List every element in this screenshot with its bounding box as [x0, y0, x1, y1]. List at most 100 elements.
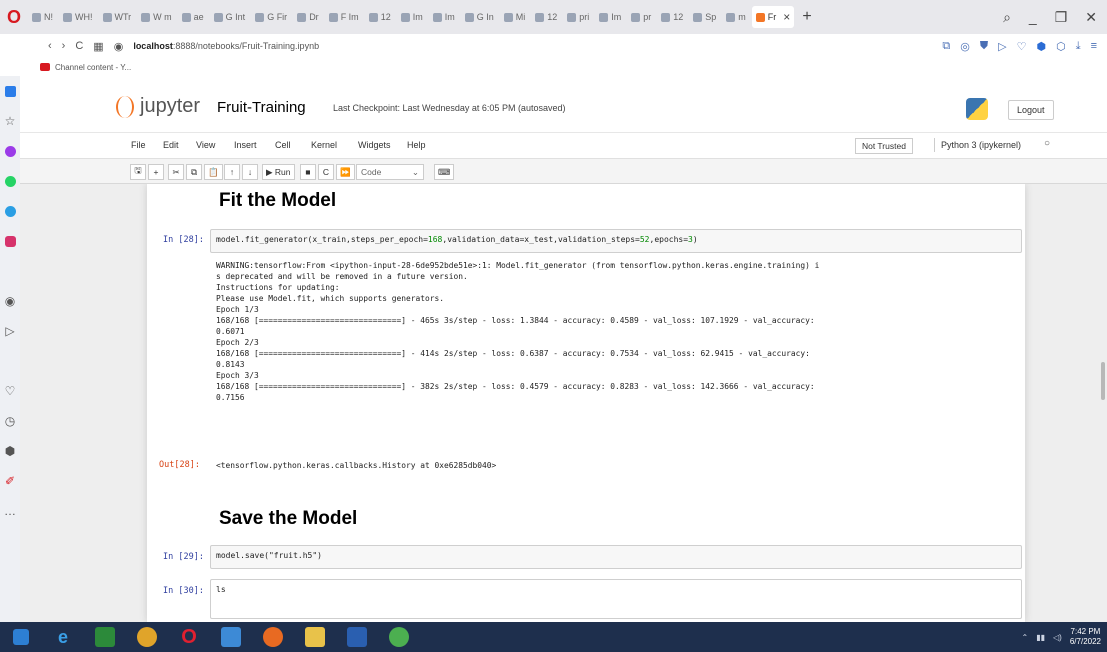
new-tab-button[interactable]: +: [802, 8, 811, 26]
browser-tab[interactable]: pri: [563, 6, 593, 28]
url-field[interactable]: localhost:8888/notebooks/Fruit-Training.…: [133, 41, 319, 51]
restore-icon[interactable]: ❐: [1055, 9, 1068, 26]
menu-file[interactable]: File: [131, 140, 146, 150]
extensions-sidebar-icon[interactable]: ⬢: [0, 436, 20, 466]
tab-active[interactable]: Fr ×: [751, 6, 795, 28]
shield-icon[interactable]: ⛊: [980, 40, 988, 53]
bookmark-item[interactable]: Channel content - Y...: [40, 58, 131, 76]
save-icon[interactable]: 🖫: [130, 164, 146, 180]
jupyter-logo[interactable]: jupyter: [116, 95, 200, 118]
menu-kernel[interactable]: Kernel: [311, 140, 337, 150]
vpn-icon[interactable]: ⬢: [1036, 40, 1046, 53]
browser-tab[interactable]: W m: [137, 6, 176, 28]
menu-cell[interactable]: Cell: [275, 140, 291, 150]
menu-view[interactable]: View: [196, 140, 215, 150]
download-icon[interactable]: ⤓: [1076, 40, 1081, 53]
heart-icon[interactable]: ♡: [1017, 40, 1027, 53]
cell28-code-input[interactable]: model.fit_generator(x_train,steps_per_ep…: [210, 229, 1022, 253]
reload-icon[interactable]: C: [75, 40, 83, 52]
menu-icon[interactable]: ≡: [1091, 40, 1097, 53]
telegram-icon[interactable]: [0, 196, 20, 226]
page-scrollbar[interactable]: [1101, 362, 1105, 400]
browser-tab[interactable]: Sp: [689, 6, 720, 28]
clock[interactable]: 7:42 PM 6/7/2022: [1070, 627, 1101, 647]
trust-status-button[interactable]: Not Trusted: [855, 138, 913, 154]
site-info-icon[interactable]: ◉: [114, 40, 124, 53]
browser-tab[interactable]: G Int: [210, 6, 250, 28]
pin-icon[interactable]: ✐: [0, 466, 20, 496]
browser-tab[interactable]: 12: [365, 6, 395, 28]
browser-tab[interactable]: WTr: [99, 6, 136, 28]
snapshot-icon[interactable]: ⧉: [942, 40, 950, 53]
browser-tab[interactable]: ae: [178, 6, 208, 28]
browser-tab[interactable]: WH!: [59, 6, 97, 28]
paste-icon[interactable]: 📋: [204, 164, 223, 180]
browser-tab[interactable]: Im: [429, 6, 459, 28]
forward-icon[interactable]: ›: [62, 40, 66, 52]
close-window-icon[interactable]: ✕: [1085, 9, 1097, 26]
play-icon[interactable]: ▷: [998, 40, 1006, 53]
whatsapp-icon[interactable]: [0, 166, 20, 196]
run-button[interactable]: ▶ Run: [262, 164, 295, 180]
extensions-icon[interactable]: ⬡: [1056, 40, 1066, 53]
photos-icon[interactable]: [210, 622, 252, 652]
menu-insert[interactable]: Insert: [234, 140, 257, 150]
browser-tab[interactable]: G Fir: [251, 6, 291, 28]
minimize-icon[interactable]: _: [1029, 9, 1037, 26]
network-icon[interactable]: ▮▮: [1036, 633, 1045, 642]
favorites-icon[interactable]: ♡: [0, 376, 20, 406]
tray-chevron-icon[interactable]: ⌃: [1022, 633, 1029, 642]
browser-tab[interactable]: Dr: [293, 6, 323, 28]
bookmarks-icon[interactable]: ☆: [0, 106, 20, 136]
browser-tab[interactable]: 12: [531, 6, 561, 28]
history-icon[interactable]: ◷: [0, 406, 20, 436]
logout-button[interactable]: Logout: [1008, 100, 1054, 120]
flow-icon[interactable]: ▷: [0, 316, 20, 346]
start-button-icon[interactable]: [0, 622, 42, 652]
cell-type-select[interactable]: Code ⌄: [356, 164, 424, 180]
browser-tab[interactable]: Im: [595, 6, 625, 28]
interrupt-icon[interactable]: ■: [300, 164, 316, 180]
search-icon[interactable]: ⌕: [1003, 9, 1011, 26]
camera-icon[interactable]: ◎: [960, 40, 970, 53]
browser-tab[interactable]: pr: [627, 6, 655, 28]
home-icon[interactable]: [0, 76, 20, 106]
player-icon[interactable]: ◉: [0, 286, 20, 316]
copy-icon[interactable]: ⧉: [186, 164, 202, 180]
browser-tab[interactable]: F Im: [325, 6, 363, 28]
edge-icon[interactable]: e: [42, 622, 84, 652]
chrome-icon[interactable]: [126, 622, 168, 652]
menu-edit[interactable]: Edit: [163, 140, 179, 150]
browser-tab[interactable]: 12: [657, 6, 687, 28]
close-tab-icon[interactable]: ×: [783, 10, 790, 24]
cut-icon[interactable]: ✂: [168, 164, 184, 180]
browser-tab[interactable]: Im: [397, 6, 427, 28]
browser-tab[interactable]: G In: [461, 6, 498, 28]
file-explorer-icon[interactable]: [294, 622, 336, 652]
cell30-code-input[interactable]: ls: [210, 579, 1022, 619]
move-down-icon[interactable]: ↓: [242, 164, 258, 180]
more-icon[interactable]: …: [0, 496, 20, 526]
anaconda-icon[interactable]: [378, 622, 420, 652]
notebook-title[interactable]: Fruit-Training: [217, 99, 306, 116]
speed-dial-icon[interactable]: ▦: [93, 40, 103, 53]
word-icon[interactable]: [336, 622, 378, 652]
browser-tab[interactable]: m: [722, 6, 750, 28]
volume-icon[interactable]: ◁): [1053, 633, 1062, 642]
command-palette-icon[interactable]: ⌨: [434, 164, 455, 180]
restart-icon[interactable]: C: [318, 164, 334, 180]
back-icon[interactable]: ‹: [48, 40, 52, 52]
browser-tab[interactable]: N!: [28, 6, 57, 28]
opera-logo-icon[interactable]: O: [0, 0, 28, 34]
insert-cell-icon[interactable]: +: [148, 164, 164, 180]
browser-tab[interactable]: Mi: [500, 6, 530, 28]
cell29-code-input[interactable]: model.save("fruit.h5"): [210, 545, 1022, 569]
restart-run-all-icon[interactable]: ⏩: [336, 164, 355, 180]
menu-widgets[interactable]: Widgets: [358, 140, 391, 150]
opera-taskbar-icon[interactable]: O: [168, 622, 210, 652]
move-up-icon[interactable]: ↑: [224, 164, 240, 180]
store-icon[interactable]: [84, 622, 126, 652]
instagram-icon[interactable]: [0, 226, 20, 256]
menu-help[interactable]: Help: [407, 140, 426, 150]
firefox-icon[interactable]: [252, 622, 294, 652]
